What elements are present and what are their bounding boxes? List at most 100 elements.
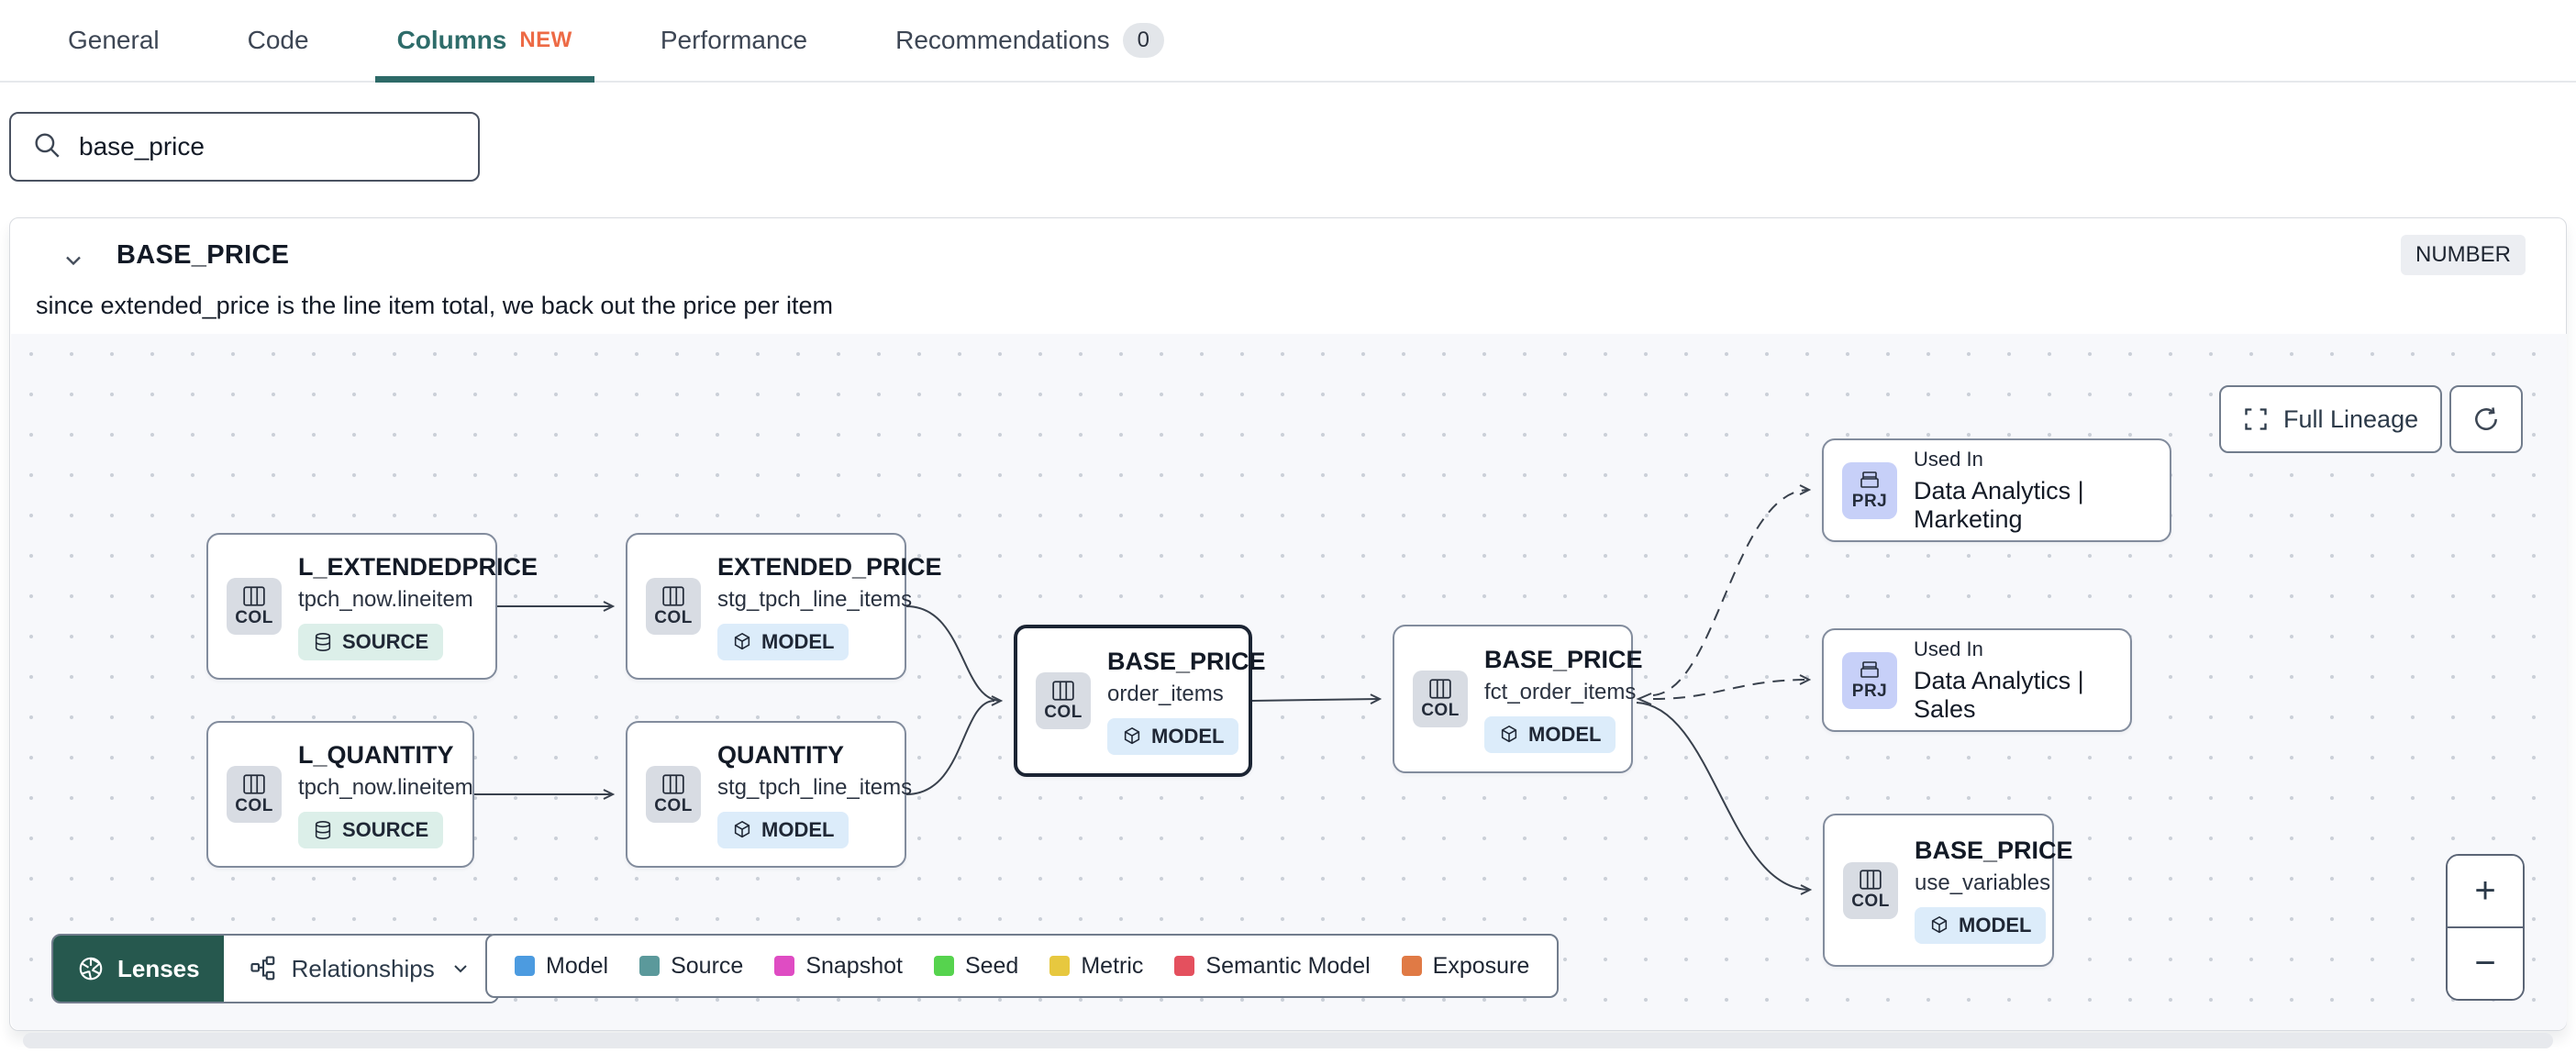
model-tag: MODEL bbox=[717, 811, 849, 848]
tab-columns[interactable]: Columns NEW bbox=[374, 0, 595, 83]
columns-icon bbox=[243, 773, 265, 794]
cube-icon bbox=[734, 820, 750, 837]
tab-recommendations[interactable]: Recommendations 0 bbox=[873, 0, 1186, 81]
model-tag: MODEL bbox=[1107, 717, 1239, 755]
lineage-node-base-price-fct-order-items[interactable]: COL BASE_PRICE fct_order_items MODEL bbox=[1393, 625, 1643, 773]
horizontal-scrollbar[interactable] bbox=[23, 1033, 2553, 1048]
node-subtitle: fct_order_items bbox=[1484, 679, 1637, 704]
prj-badge: PRJ bbox=[1842, 651, 1897, 709]
lineage-node-base-price-use-variables[interactable]: COL BASE_PRICE use_variables MODEL bbox=[1823, 814, 2073, 967]
aperture-icon bbox=[79, 957, 103, 981]
node-subtitle: use_variables bbox=[1915, 870, 2051, 895]
column-type-badge: NUMBER bbox=[2400, 235, 2526, 275]
lineage-node-l-quantity[interactable]: COL L_QUANTITY tpch_now.lineitem SOURCE bbox=[206, 721, 474, 868]
lineage-canvas[interactable]: COL L_EXTENDEDPRICE tpch_now.lineitem SO… bbox=[11, 334, 2567, 1030]
col-badge-label: COL bbox=[1044, 702, 1083, 722]
source-tag: SOURCE bbox=[298, 623, 444, 660]
relationships-selector[interactable]: Relationships bbox=[223, 936, 497, 1002]
used-in-name: Data Analytics | Marketing bbox=[1914, 476, 2084, 533]
used-in-name: Data Analytics | Sales bbox=[1914, 666, 2084, 723]
lenses-label: Lenses bbox=[117, 954, 200, 982]
node-title: L_EXTENDEDPRICE bbox=[298, 552, 539, 581]
col-badge: COL bbox=[227, 766, 282, 823]
chevron-down-icon[interactable] bbox=[61, 248, 86, 278]
tab-performance[interactable]: Performance bbox=[638, 0, 829, 81]
column-panel: BASE_PRICE NUMBER since extended_price i… bbox=[9, 217, 2567, 1031]
cube-icon bbox=[1501, 725, 1517, 742]
lineage-node-l-extendedprice[interactable]: COL L_EXTENDEDPRICE tpch_now.lineitem SO… bbox=[206, 533, 538, 680]
lineage-node-quantity[interactable]: COL QUANTITY stg_tpch_line_items MODEL bbox=[626, 721, 912, 868]
search-input[interactable]: base_price bbox=[9, 112, 480, 182]
column-description: since extended_price is the line item to… bbox=[36, 292, 833, 319]
zoom-out-button[interactable]: − bbox=[2448, 928, 2523, 999]
cube-icon bbox=[734, 632, 750, 649]
model-tag: MODEL bbox=[717, 623, 849, 660]
tab-recommendations-label: Recommendations bbox=[895, 26, 1110, 54]
tab-general[interactable]: General bbox=[46, 0, 182, 81]
relationships-label: Relationships bbox=[291, 954, 435, 982]
lineage-node-extended-price[interactable]: COL EXTENDED_PRICE stg_tpch_line_items M… bbox=[626, 533, 942, 680]
legend-item-snapshot: Snapshot bbox=[774, 953, 903, 980]
tag-label: MODEL bbox=[1151, 724, 1225, 748]
cube-icon bbox=[1931, 915, 1948, 934]
zoom-in-button[interactable]: + bbox=[2448, 856, 2523, 928]
legend-swatch bbox=[933, 956, 954, 976]
recommendations-count-badge: 0 bbox=[1122, 23, 1164, 58]
node-title: BASE_PRICE bbox=[1107, 647, 1266, 675]
node-title: BASE_PRICE bbox=[1915, 837, 2073, 864]
legend-item-metric: Metric bbox=[1049, 953, 1143, 980]
lenses-button[interactable]: Lenses bbox=[53, 936, 224, 1002]
graph-icon bbox=[250, 956, 274, 981]
legend-swatch bbox=[639, 956, 661, 976]
project-icon bbox=[1860, 471, 1879, 488]
node-subtitle: tpch_now.lineitem bbox=[298, 774, 473, 800]
tab-general-label: General bbox=[68, 26, 160, 54]
legend-item-semantic-model: Semantic Model bbox=[1174, 953, 1371, 980]
fullscreen-icon bbox=[2245, 408, 2267, 430]
used-in-label: Used In bbox=[1914, 637, 1983, 660]
col-badge-label: COL bbox=[1851, 892, 1890, 911]
col-badge: COL bbox=[1413, 671, 1468, 727]
tag-label: MODEL bbox=[1959, 914, 2032, 937]
tab-performance-label: Performance bbox=[660, 26, 808, 54]
columns-icon bbox=[1052, 680, 1074, 701]
node-title: QUANTITY bbox=[717, 740, 844, 769]
tab-bar: General Code Columns NEW Performance Rec… bbox=[0, 0, 2576, 83]
database-icon bbox=[315, 632, 331, 651]
columns-icon bbox=[1860, 870, 1882, 890]
columns-icon bbox=[243, 585, 265, 606]
col-badge-label: COL bbox=[654, 795, 693, 815]
legend-swatch bbox=[1174, 956, 1195, 976]
col-badge: COL bbox=[1036, 672, 1091, 729]
node-subtitle: stg_tpch_line_items bbox=[717, 774, 913, 800]
lineage-node-used-in-marketing[interactable]: PRJ Used In Data Analytics | Marketing bbox=[1822, 438, 2171, 542]
legend-swatch bbox=[1401, 956, 1422, 976]
prj-badge-label: PRJ bbox=[1851, 682, 1888, 701]
column-name: BASE_PRICE bbox=[117, 240, 290, 270]
project-icon bbox=[1860, 661, 1879, 678]
lineage-node-base-price-order-items[interactable]: COL BASE_PRICE order_items MODEL bbox=[1014, 625, 1266, 777]
columns-icon bbox=[1429, 678, 1451, 699]
lineage-edges bbox=[474, 484, 1813, 895]
col-badge: COL bbox=[227, 578, 282, 635]
search-icon bbox=[31, 129, 62, 165]
col-badge-label: COL bbox=[235, 795, 273, 815]
col-badge-label: COL bbox=[654, 607, 693, 627]
lineage-node-used-in-sales[interactable]: PRJ Used In Data Analytics | Sales bbox=[1822, 628, 2132, 732]
tab-columns-label: Columns bbox=[396, 26, 507, 54]
refresh-button[interactable] bbox=[2449, 385, 2523, 453]
cube-icon bbox=[1124, 726, 1140, 744]
node-subtitle: tpch_now.lineitem bbox=[298, 586, 473, 612]
tag-label: SOURCE bbox=[342, 817, 429, 841]
node-subtitle: order_items bbox=[1107, 681, 1224, 706]
source-tag: SOURCE bbox=[298, 811, 444, 848]
columns-icon bbox=[662, 585, 684, 606]
legend-item-model: Model bbox=[515, 953, 608, 980]
search-value: base_price bbox=[79, 132, 205, 161]
full-lineage-button[interactable]: Full Lineage bbox=[2219, 385, 2443, 453]
legend-swatch bbox=[774, 956, 795, 976]
database-icon bbox=[315, 820, 331, 839]
tab-code[interactable]: Code bbox=[226, 0, 331, 81]
columns-icon bbox=[662, 773, 684, 794]
used-in-label: Used In bbox=[1914, 447, 1983, 471]
